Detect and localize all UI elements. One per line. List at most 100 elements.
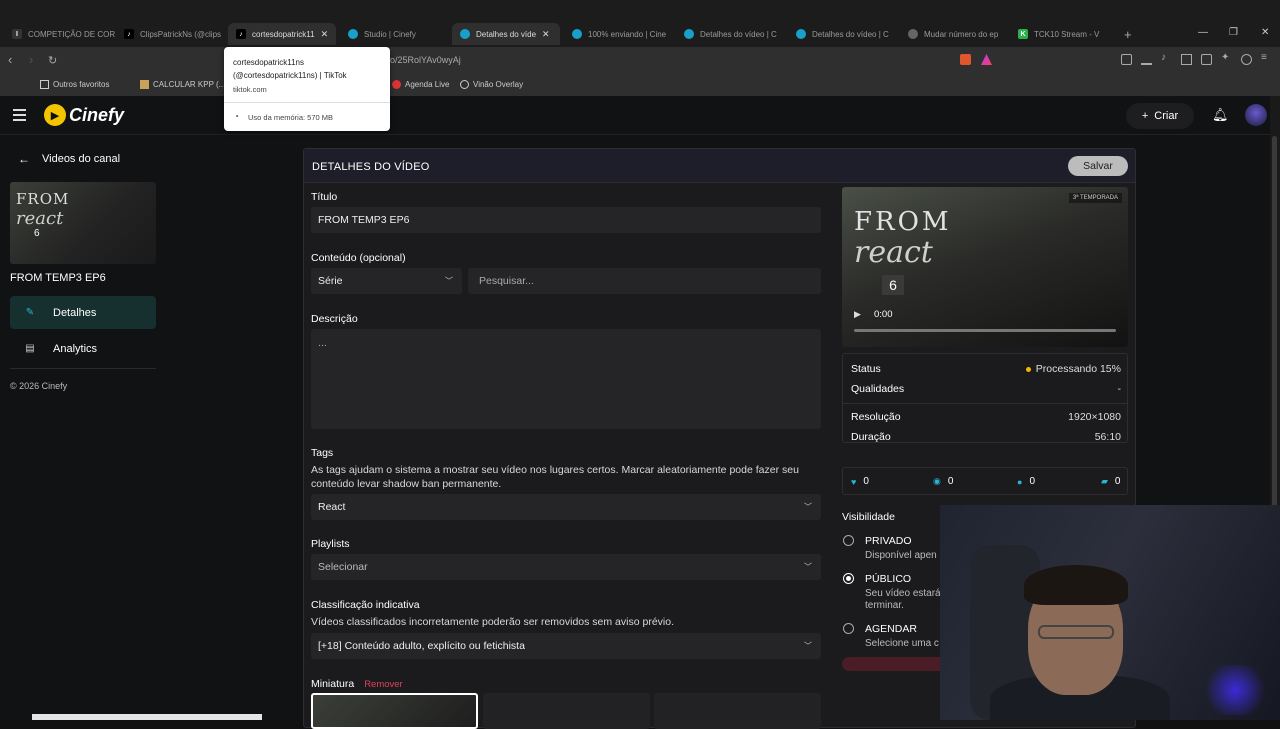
seek-bar[interactable]	[854, 329, 1116, 332]
option-public-desc: terminar.	[865, 600, 904, 611]
browser-tab-bar: I COMPETIÇÃO DE COR ♪ ClipsPatrickNs (@c…	[0, 0, 1280, 47]
folder-icon	[40, 80, 49, 89]
content-type-select[interactable]: Série ﹀	[311, 268, 462, 294]
dot-icon: ●	[1017, 476, 1023, 487]
option-private-label: PRIVADO	[865, 535, 912, 547]
reload-icon[interactable]: ↻	[48, 54, 57, 67]
status-badge: Processando 15%	[1035, 363, 1121, 375]
chevron-down-icon: ﹀	[804, 502, 812, 512]
avatar[interactable]	[1245, 104, 1267, 126]
bookmark-icon	[392, 80, 401, 89]
tab-hover-tooltip: cortesdopatrick11ns (@cortesdopatrick11n…	[224, 47, 390, 131]
heart-icon: ♥	[851, 476, 857, 487]
extension-icon[interactable]	[1121, 54, 1132, 65]
glasses	[1038, 625, 1114, 639]
duration-row: Duração 56:10	[851, 431, 1121, 443]
thumbnail-option[interactable]	[654, 693, 821, 729]
menu-icon[interactable]: ≡	[1261, 52, 1272, 63]
playlists-select[interactable]: Selecionar ﹀	[311, 554, 821, 580]
t-icon: I	[12, 29, 22, 39]
back-to-channel-videos[interactable]: ← Videos do canal	[18, 152, 120, 166]
vpn-icon[interactable]	[1241, 54, 1252, 65]
radio-public[interactable]	[843, 573, 854, 584]
browser-tab[interactable]: Detalhes do víde ✕	[452, 23, 560, 45]
bookmark[interactable]: Vinão Overlay	[460, 80, 523, 89]
thumbnail-option-selected[interactable]	[311, 693, 478, 729]
browser-tab[interactable]: K TCK10 Stream - V	[1010, 23, 1122, 45]
person-hair	[1024, 565, 1128, 605]
play-icon[interactable]: ▶	[854, 309, 861, 320]
save-button[interactable]: Salvar	[1068, 156, 1128, 176]
divider	[224, 102, 390, 103]
browser-tab[interactable]: Mudar número do ep	[900, 23, 1012, 45]
content-search-input[interactable]: Pesquisar...	[468, 268, 821, 294]
top-navigation: ▶ Cinefy + Criar 🔔︎	[0, 96, 1270, 135]
sidebar-item-details[interactable]: ✎ Detalhes	[10, 296, 156, 329]
publish-button[interactable]	[842, 657, 952, 671]
back-icon[interactable]: ‹	[8, 52, 12, 67]
wallet-icon[interactable]	[1201, 54, 1212, 65]
title-label: Título	[311, 191, 338, 203]
browser-tab[interactable]: I COMPETIÇÃO DE COR	[4, 23, 116, 45]
tags-label: Tags	[311, 447, 334, 459]
memory-icon: ◔	[234, 112, 239, 121]
radio-schedule[interactable]	[843, 623, 854, 634]
browser-tab[interactable]: ♪ ClipsPatrickNs (@clips	[116, 23, 228, 45]
description-textarea[interactable]: ...	[311, 329, 821, 429]
cinefy-icon	[460, 29, 470, 39]
globe-icon	[908, 29, 918, 39]
globe-icon	[460, 80, 469, 89]
radio-private[interactable]	[843, 535, 854, 546]
logo-icon: ▶	[44, 104, 66, 126]
browser-tab[interactable]: 100% enviando | Cine	[564, 23, 676, 45]
rating-label: Classificação indicativa	[311, 599, 420, 611]
sidebar-item-analytics[interactable]: ▤ Analytics	[10, 332, 156, 365]
thumbnail-option[interactable]	[483, 693, 650, 729]
tags-help-text: As tags ajudam o sistema a mostrar seu v…	[311, 464, 799, 490]
tooltip-title: (@cortesdopatrick11ns) | TikTok	[233, 71, 347, 80]
comments-stat: ▰ 0	[1101, 476, 1121, 487]
edit-icon: ✎	[25, 307, 35, 318]
video-title: FROM TEMP3 EP6	[10, 272, 106, 284]
shares-stat: ● 0	[1017, 476, 1035, 487]
k-icon: K	[1018, 29, 1028, 39]
cinefy-icon	[684, 29, 694, 39]
title-input[interactable]: FROM TEMP3 EP6	[311, 207, 821, 233]
music-icon[interactable]: ♪	[1161, 52, 1172, 63]
close-tab-icon[interactable]: ✕	[321, 29, 329, 40]
bell-icon[interactable]: 🔔︎	[1212, 107, 1229, 123]
tooltip-title: cortesdopatrick11ns	[233, 58, 304, 67]
browser-tab[interactable]: Studio | Cinefy	[340, 23, 452, 45]
browser-tab[interactable]: Detalhes do vídeo | C	[676, 23, 788, 45]
bookmark[interactable]: CALCULAR KPP (...	[140, 80, 225, 89]
option-public-desc: Seu vídeo estará	[865, 588, 941, 599]
bookmark-folder[interactable]: Outros favoritos	[40, 80, 109, 89]
browser-tab-active[interactable]: ♪ cortesdopatrick11 ✕	[228, 23, 336, 45]
leo-icon[interactable]: ✦	[1221, 52, 1232, 63]
cinefy-logo[interactable]: ▶ Cinefy	[44, 104, 124, 126]
brave-shield-icon[interactable]	[960, 54, 971, 65]
close-tab-icon[interactable]: ✕	[542, 29, 550, 40]
bookmark[interactable]: Agenda Live	[392, 80, 449, 89]
player-time: 0:00	[874, 309, 893, 320]
browser-tab[interactable]: Detalhes do vídeo | C	[788, 23, 900, 45]
create-button[interactable]: + Criar	[1126, 103, 1194, 129]
restore-icon[interactable]: ❐	[1229, 27, 1238, 38]
sidebar-icon[interactable]	[1181, 54, 1192, 65]
minimize-icon[interactable]: —	[1198, 27, 1208, 38]
rating-select[interactable]: [+18] Conteúdo adulto, explícito ou feti…	[311, 633, 821, 659]
forward-icon[interactable]: ›	[29, 52, 33, 67]
hamburger-menu-icon[interactable]	[13, 109, 26, 121]
close-window-icon[interactable]: ✕	[1261, 27, 1269, 38]
video-player[interactable]: 3ª TEMPORADA FROM react 6 ▶ 0:00	[842, 187, 1128, 347]
url-field[interactable]: o/25RolYAv0wyAj	[390, 55, 461, 65]
address-bar	[0, 47, 1280, 74]
tags-select[interactable]: React ﹀	[311, 494, 821, 520]
engagement-stats: ♥ 0 ◉ 0 ● 0 ▰ 0	[842, 467, 1128, 495]
new-tab-icon[interactable]: +	[1124, 27, 1132, 42]
likes-stat: ♥ 0	[851, 476, 869, 487]
download-icon[interactable]	[1141, 54, 1152, 65]
option-private-desc: Disponível apen	[865, 550, 937, 561]
remove-thumbnail-link[interactable]: Remover	[364, 679, 403, 690]
chevron-down-icon: ﹀	[804, 562, 812, 572]
